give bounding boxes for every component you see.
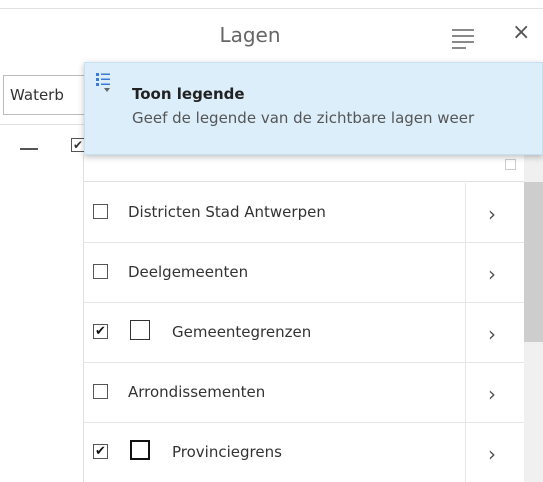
chevron-right-icon: › bbox=[488, 442, 496, 466]
panel-header: Lagen × bbox=[0, 9, 543, 61]
layer-label: Gemeentegrenzen bbox=[172, 323, 312, 341]
layer-label: Arrondissementen bbox=[128, 383, 266, 401]
layer-row-provinciegrens[interactable]: ✔ Provinciegrens › bbox=[84, 423, 525, 482]
layer-checkbox[interactable]: ✔ bbox=[93, 324, 108, 339]
hamburger-menu-icon[interactable] bbox=[452, 29, 474, 49]
layer-checkbox[interactable] bbox=[93, 204, 108, 219]
collapse-minus-icon[interactable] bbox=[20, 148, 38, 150]
chevron-right-icon: › bbox=[488, 202, 496, 226]
layer-checkbox[interactable] bbox=[93, 264, 108, 279]
panel-title: Lagen bbox=[219, 23, 281, 47]
layer-row-gemeentegrenzen[interactable]: ✔ Gemeentegrenzen › bbox=[84, 303, 525, 363]
legend-swatch-icon bbox=[130, 320, 150, 340]
tooltip-description: Geef de legende van de zichtbare lagen w… bbox=[132, 109, 475, 127]
layer-details-button[interactable]: › bbox=[465, 243, 525, 303]
layer-details-button[interactable]: › bbox=[465, 363, 525, 423]
layer-checkbox[interactable] bbox=[93, 384, 108, 399]
legend-swatch-icon bbox=[130, 440, 150, 460]
group-checkbox[interactable]: ✔ bbox=[71, 138, 85, 152]
layer-label: Deelgemeenten bbox=[128, 263, 249, 281]
list-item-partial bbox=[84, 155, 525, 182]
layer-list: Districten Stad Antwerpen › Deelgemeente… bbox=[83, 155, 525, 482]
layer-label: Districten Stad Antwerpen bbox=[128, 203, 326, 221]
layer-details-button[interactable]: › bbox=[465, 183, 525, 243]
chevron-right-icon: › bbox=[488, 322, 496, 346]
close-icon[interactable]: × bbox=[512, 22, 530, 44]
layer-row-deelgemeenten[interactable]: Deelgemeenten › bbox=[84, 243, 525, 303]
layer-row-arrondissementen[interactable]: Arrondissementen › bbox=[84, 363, 525, 423]
chevron-right-icon: › bbox=[488, 382, 496, 406]
layer-checkbox[interactable]: ✔ bbox=[93, 444, 108, 459]
tooltip-title: Toon legende bbox=[132, 85, 245, 103]
layers-panel: Lagen × Waterb ✔ Districten Stad Antwerp… bbox=[0, 0, 543, 482]
partial-checkbox[interactable] bbox=[505, 159, 516, 170]
layer-details-button[interactable]: › bbox=[465, 423, 525, 482]
scrollbar-thumb[interactable] bbox=[524, 182, 543, 342]
chevron-right-icon: › bbox=[488, 262, 496, 286]
layer-row-districten[interactable]: Districten Stad Antwerpen › bbox=[84, 183, 525, 243]
layer-label: Provinciegrens bbox=[172, 443, 282, 461]
legend-list-icon bbox=[96, 73, 110, 92]
layer-details-button[interactable]: › bbox=[465, 303, 525, 363]
legend-tooltip[interactable]: Toon legende Geef de legende van de zich… bbox=[84, 62, 543, 155]
